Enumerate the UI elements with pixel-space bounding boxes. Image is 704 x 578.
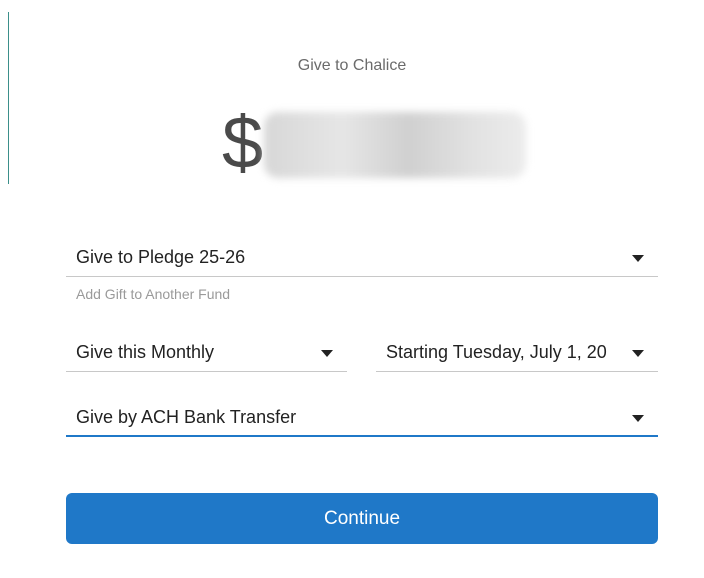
caret-down-icon: [632, 255, 644, 262]
page-title: Give to Chalice: [297, 57, 407, 74]
payment-method-select-label: Give by ACH Bank Transfer: [76, 407, 297, 427]
currency-symbol: $: [222, 101, 264, 184]
give-form: Give to Chalice $ Give to Pledge 25-26 A…: [0, 0, 704, 578]
fund-select[interactable]: Give to Pledge 25-26: [66, 241, 658, 277]
caret-down-icon: [321, 350, 333, 357]
caret-down-icon: [632, 350, 644, 357]
start-date-select-label: Starting Tuesday, July 1, 20: [386, 342, 607, 362]
add-gift-to-another-fund-link[interactable]: Add Gift to Another Fund: [76, 286, 230, 302]
frequency-select-label: Give this Monthly: [76, 342, 215, 362]
caret-down-icon: [632, 415, 644, 422]
continue-button[interactable]: Continue: [66, 493, 658, 544]
amount-field[interactable]: $: [222, 98, 532, 188]
left-edge-divider: [8, 12, 9, 184]
amount-redacted-value: [264, 112, 526, 178]
payment-method-select[interactable]: Give by ACH Bank Transfer: [66, 401, 658, 437]
start-date-select[interactable]: Starting Tuesday, July 1, 20: [376, 336, 658, 372]
frequency-select[interactable]: Give this Monthly: [66, 336, 347, 372]
fund-select-label: Give to Pledge 25-26: [76, 247, 246, 267]
